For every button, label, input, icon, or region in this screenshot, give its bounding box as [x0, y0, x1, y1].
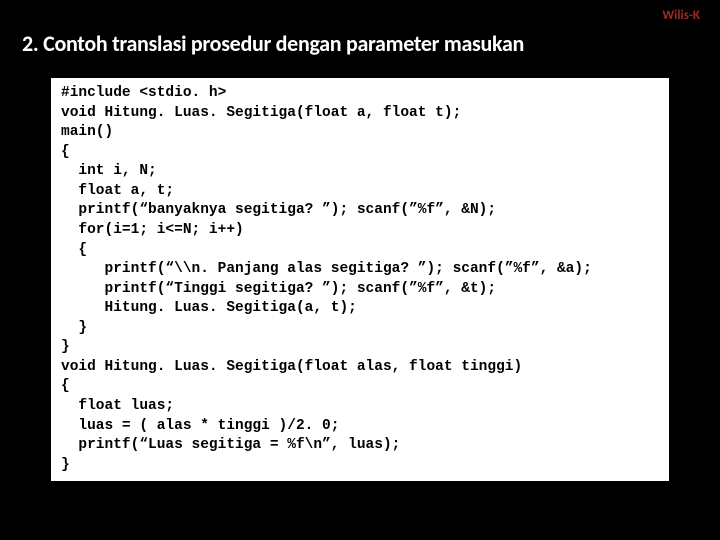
code-block: #include <stdio. h> void Hitung. Luas. S…: [50, 77, 670, 482]
watermark-text: Wilis-K: [662, 8, 700, 23]
slide-title: 2. Contoh translasi prosedur dengan para…: [0, 0, 720, 77]
